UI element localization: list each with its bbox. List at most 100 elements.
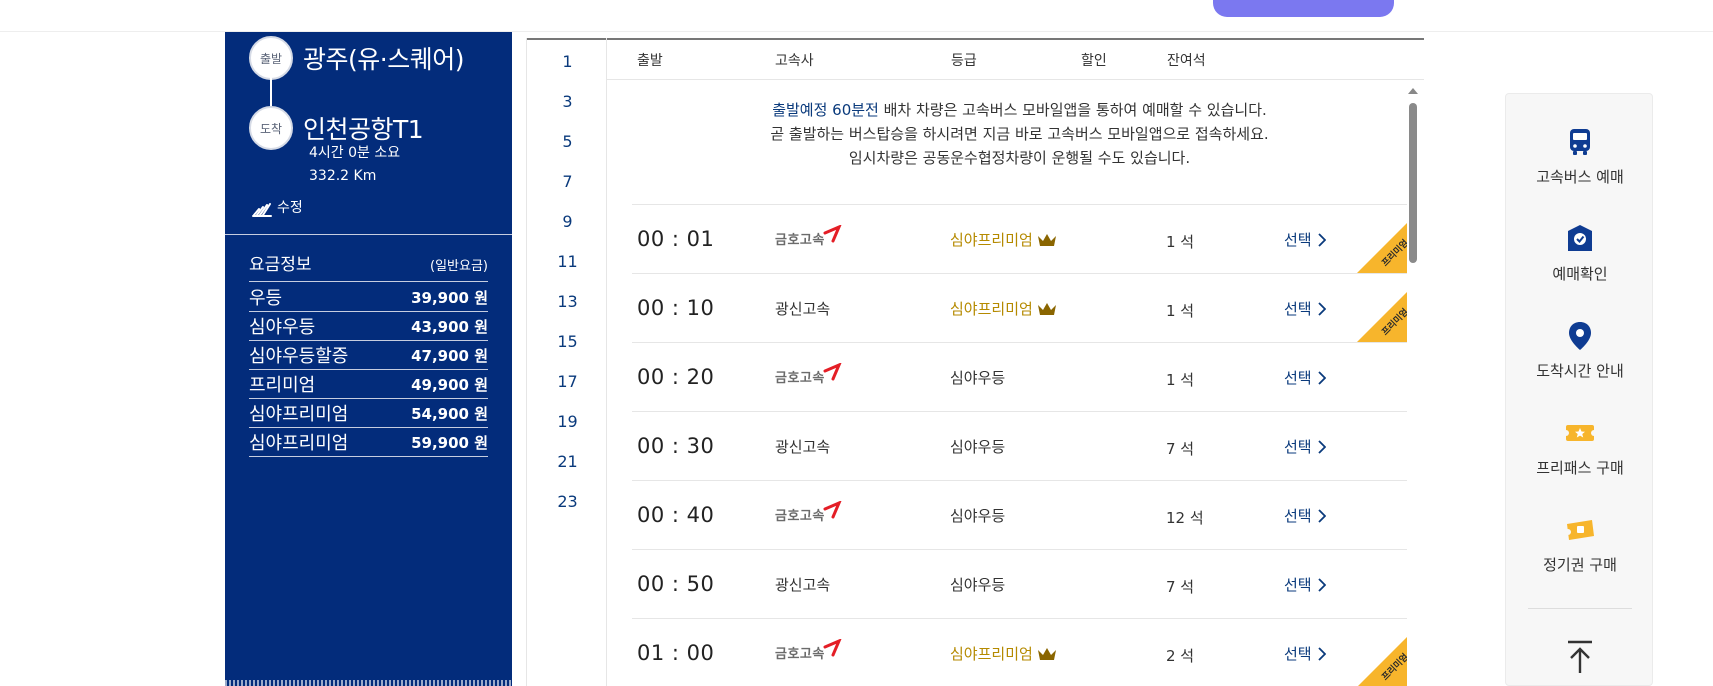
bus-icon (1570, 129, 1590, 155)
hour-link-13[interactable]: 13 (527, 292, 608, 311)
company-name: 광신고속 (775, 300, 831, 318)
hour-link-11[interactable]: 11 (527, 252, 608, 271)
hour-link-3[interactable]: 3 (527, 92, 608, 111)
quick-free-pass[interactable]: 프리패스 구매 (1506, 415, 1654, 478)
grade-name: 심야프리미엄 (950, 300, 1033, 318)
departure-time: 00 : 20 (637, 365, 715, 389)
schedule-row: 00 : 30 광신고속 심야우등 7 석 선택 (632, 411, 1407, 480)
select-button[interactable]: 선택 (1284, 298, 1326, 319)
departure-time: 00 : 50 (637, 572, 715, 596)
fare-row: 우등 39,900 원 (249, 283, 488, 312)
select-button[interactable]: 선택 (1284, 436, 1326, 457)
quick-bus-reservation[interactable]: 고속버스 예매 (1506, 124, 1654, 187)
select-label: 선택 (1284, 576, 1312, 594)
schedule-row: 00 : 50 광신고속 심야우등 7 석 선택 (632, 549, 1407, 618)
arrival-terminal: 인천공항T1 (303, 115, 424, 144)
grade-name: 심야우등 (950, 507, 1006, 525)
booking-notice: 출발예정 60분전 배차 차량은 고속버스 모바일앱을 통하여 예매할 수 있습… (632, 98, 1407, 170)
fare-name: 심야우등할증 (249, 346, 349, 367)
select-button[interactable]: 선택 (1284, 229, 1326, 250)
company-logo-text: 금호고속 (775, 647, 825, 662)
departure-time: 00 : 10 (637, 296, 715, 320)
hour-link-5[interactable]: 5 (527, 132, 608, 151)
edit-route-button[interactable]: 수정 (251, 196, 303, 218)
quick-commuter-pass[interactable]: 정기권 구매 (1506, 512, 1654, 575)
top-action-pill[interactable] (1213, 0, 1394, 17)
hour-link-15[interactable]: 15 (527, 332, 608, 351)
fare-title: 요금정보 (249, 255, 312, 275)
fare-price: 49,900 원 (411, 375, 488, 394)
bus-company: 금호고속 (775, 362, 843, 386)
panel-bottom-edge (225, 680, 512, 686)
hour-link-17[interactable]: 17 (527, 372, 608, 391)
grade-name: 심야우등 (950, 438, 1006, 456)
hour-link-1[interactable]: 1 (527, 52, 608, 71)
hour-link-19[interactable]: 19 (527, 412, 608, 431)
header-seats: 잔여석 (1167, 53, 1206, 69)
hour-link-23[interactable]: 23 (527, 492, 608, 511)
chevron-right-icon (1317, 439, 1326, 454)
quick-arrival-info[interactable]: 도착시간 안내 (1506, 318, 1654, 381)
kumho-logo-icon (823, 500, 842, 518)
scroll-up-arrow-icon[interactable] (1408, 88, 1418, 94)
select-button[interactable]: 선택 (1284, 574, 1326, 595)
table-header: 출발 고속사 등급 할인 잔여석 (607, 40, 1424, 80)
premium-ribbon: 프리미엄 (1357, 223, 1407, 273)
hour-link-9[interactable]: 9 (527, 212, 608, 231)
quick-menu-label: 정기권 구매 (1543, 556, 1617, 574)
departure-badge: 출발 (249, 36, 293, 80)
bus-grade: 심야프리미엄 (950, 643, 1057, 664)
grade-name: 심야프리미엄 (950, 645, 1033, 663)
fare-row: 심야프리미엄 59,900 원 (249, 428, 488, 457)
select-button[interactable]: 선택 (1284, 643, 1326, 664)
notice-line-2: 곧 출발하는 버스탑승을 하시려면 지금 바로 고속버스 모바일앱으로 접속하세… (770, 125, 1269, 143)
bus-grade: 심야프리미엄 (950, 298, 1057, 319)
fare-row: 심야우등할증 47,900 원 (249, 341, 488, 370)
header-grade: 등급 (951, 53, 977, 69)
notice-text: 배차 차량은 고속버스 모바일앱을 통하여 예매할 수 있습니다. (878, 101, 1267, 119)
remaining-seats: 2 석 (1166, 647, 1195, 665)
remaining-seats: 1 석 (1166, 233, 1195, 251)
arrow-up-icon[interactable] (1564, 639, 1596, 675)
schedule-scrollbar[interactable] (1406, 86, 1420, 686)
departure-time: 00 : 01 (637, 227, 715, 251)
schedule-list: 00 : 01 금호고속 심야프리미엄 1 석 선택 프리미엄 00 : 10 … (632, 204, 1407, 686)
fare-row: 심야우등 43,900 원 (249, 312, 488, 341)
quick-reservation-check[interactable]: 예매확인 (1506, 221, 1654, 284)
grade-name: 심야우등 (950, 576, 1006, 594)
edit-label: 수정 (277, 200, 303, 216)
free-pass-icon (1563, 425, 1597, 441)
departure-time: 00 : 40 (637, 503, 715, 527)
travel-distance: 332.2 Km (309, 168, 377, 184)
select-button[interactable]: 선택 (1284, 367, 1326, 388)
chevron-right-icon (1317, 646, 1326, 661)
scroll-thumb[interactable] (1409, 103, 1417, 263)
select-label: 선택 (1284, 645, 1312, 663)
fare-subtitle: (일반요금) (430, 259, 488, 274)
header-discount: 할인 (1081, 53, 1107, 69)
notice-highlight: 출발예정 60분전 (772, 101, 879, 119)
fare-price: 59,900 원 (411, 433, 488, 452)
schedule-row: 00 : 40 금호고속 심야우등 12 석 선택 (632, 480, 1407, 549)
kumho-logo-icon (823, 224, 842, 242)
travel-duration: 4시간 0분 소요 (309, 145, 401, 161)
kumho-logo-icon (823, 362, 842, 380)
quick-menu-label: 프리패스 구매 (1536, 459, 1624, 477)
remaining-seats: 1 석 (1166, 371, 1195, 389)
bus-grade: 심야우등 (950, 436, 1005, 457)
crown-icon (1037, 302, 1056, 315)
edit-hand-icon (252, 203, 272, 217)
hour-link-21[interactable]: 21 (527, 452, 608, 471)
select-label: 선택 (1284, 231, 1312, 249)
premium-ribbon: 프리미엄 (1357, 292, 1407, 342)
remaining-seats: 1 석 (1166, 302, 1195, 320)
fare-list: 우등 39,900 원 심야우등 43,900 원 심야우등할증 47,900 원 프… (249, 283, 488, 457)
company-name: 광신고속 (775, 438, 831, 456)
hour-link-7[interactable]: 7 (527, 172, 608, 191)
fare-price: 39,900 원 (411, 288, 488, 307)
hour-filter-column: 1 3 5 7 9 11 13 15 17 19 21 23 (526, 38, 607, 686)
fare-name: 프리미엄 (249, 375, 316, 396)
company-name: 광신고속 (775, 576, 831, 594)
quick-menu-label: 예매확인 (1552, 265, 1608, 283)
select-button[interactable]: 선택 (1284, 505, 1326, 526)
